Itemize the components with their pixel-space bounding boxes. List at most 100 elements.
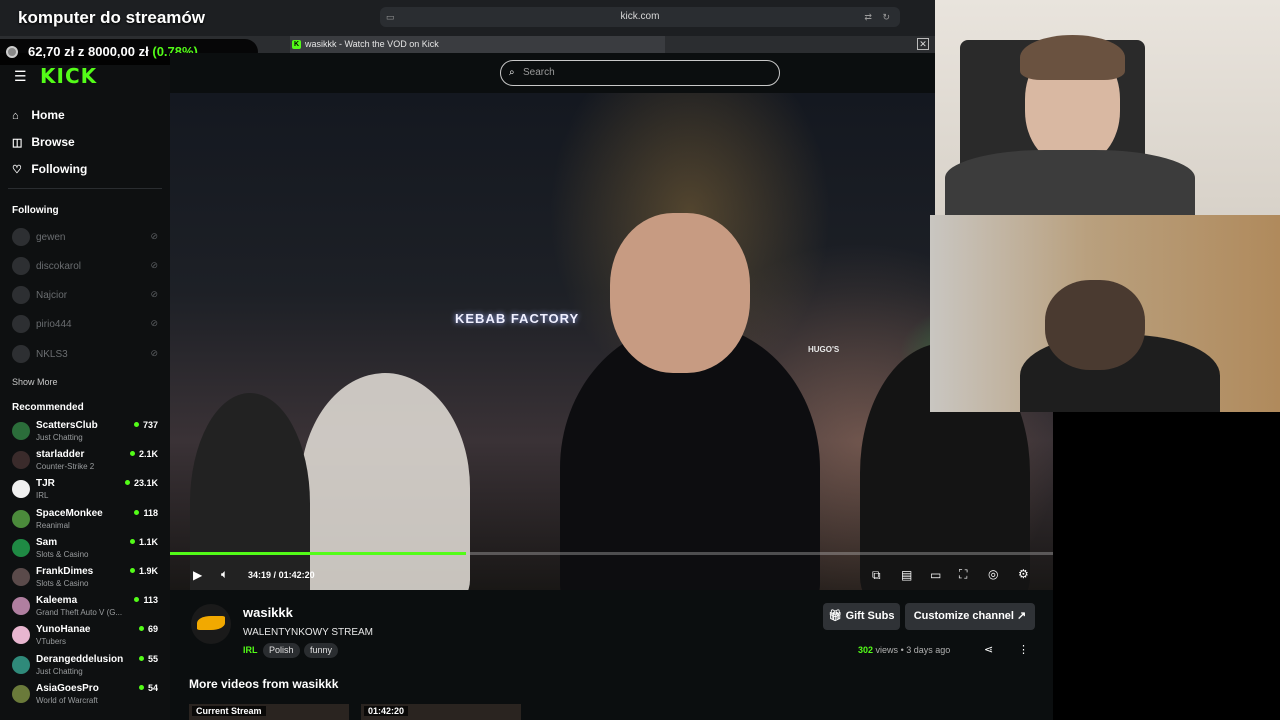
channel-category: Reanimal <box>36 520 70 530</box>
channel-name: Sam <box>36 536 58 548</box>
video-player[interactable] <box>170 93 1053 590</box>
settings-icon[interactable]: ⚙ <box>1018 567 1029 581</box>
following-name: gewen <box>36 232 66 243</box>
reload-icon[interactable]: ⇄ ↻ <box>864 7 894 27</box>
more-options-icon[interactable]: ⋮ <box>1018 643 1029 656</box>
recommended-item[interactable]: ScattersClub Just Chatting 737 <box>12 420 162 446</box>
following-item[interactable]: gewen ⊘ <box>12 228 162 248</box>
offline-icon: ⊘ <box>150 318 158 328</box>
video-figure <box>300 373 470 590</box>
webcam-top <box>935 0 1280 215</box>
recommended-item[interactable]: Sam Slots & Casino 1.1K <box>12 537 162 563</box>
nav-home[interactable]: ⌂ Home <box>12 108 65 122</box>
following-item[interactable]: discokarol ⊘ <box>12 257 162 277</box>
channel-category: IRL <box>36 491 49 501</box>
recommended-item[interactable]: YunoHanae VTubers 69 <box>12 624 162 650</box>
recommended-item[interactable]: FrankDimes Slots & Casino 1.9K <box>12 566 162 592</box>
offline-icon: ⊘ <box>150 289 158 299</box>
compass-icon: ◫ <box>12 137 23 149</box>
recommended-item[interactable]: TJR IRL 23.1K <box>12 478 162 504</box>
head-shape <box>1045 280 1145 370</box>
vod-age: 3 days ago <box>906 645 951 655</box>
channel-category: Just Chatting <box>36 433 83 442</box>
avatar <box>12 684 30 703</box>
current-time: 34:19 <box>248 570 272 580</box>
speed-icon[interactable]: ◎ <box>988 567 998 581</box>
search-input[interactable]: ⌕ Search <box>500 60 780 86</box>
nav-following[interactable]: ♡ Following <box>12 162 87 176</box>
viewer-count: 1.1K <box>130 537 158 547</box>
channel-name[interactable]: wasikkk <box>243 605 293 620</box>
share-icon[interactable]: ⋖ <box>984 643 993 656</box>
channel-name: Derangeddelusion <box>36 653 124 665</box>
recommended-item[interactable]: starladder Counter-Strike 2 2.1K <box>12 449 162 475</box>
goal-of: z <box>77 44 85 59</box>
recommended-item[interactable]: Derangeddelusion Just Chatting 55 <box>12 654 162 680</box>
following-name: discokarol <box>36 261 82 272</box>
recommended-item[interactable]: AsiaGoesPro World of Warcraft 54 <box>12 683 162 709</box>
miniplayer-icon[interactable]: ⧉ <box>872 568 881 583</box>
following-item[interactable]: NKLS3 ⊘ <box>12 345 162 365</box>
recommended-item[interactable]: Kaleema Grand Theft Auto V (G... 113 <box>12 595 162 621</box>
offline-icon: ⊘ <box>150 231 158 241</box>
channel-avatar[interactable] <box>191 604 231 644</box>
channel-category: World of Warcraft <box>36 695 98 705</box>
following-name: pirio444 <box>36 319 72 330</box>
video-thumbnail[interactable]: Current Stream <box>189 704 349 720</box>
channel-category: Counter-Strike 2 <box>36 462 95 472</box>
home-icon: ⌂ <box>12 110 19 122</box>
channel-name: Kaleema <box>36 595 78 607</box>
external-link-icon: ↗ <box>1017 610 1027 622</box>
nav-browse[interactable]: ◫ Browse <box>12 135 75 149</box>
gift-subs-label: Gift Subs <box>845 610 895 622</box>
viewer-count: 737 <box>134 420 158 430</box>
avatar <box>12 345 30 363</box>
progress-fill <box>170 552 466 555</box>
recommended-item[interactable]: SpaceMonkee Reanimal 118 <box>12 508 162 534</box>
customize-channel-button[interactable]: Customize channel ↗ <box>905 603 1035 630</box>
avatar <box>12 422 30 440</box>
show-more-link[interactable]: Show More <box>12 377 58 387</box>
menu-icon[interactable]: ☰ <box>14 68 27 85</box>
channel-category: Grand Theft Auto V (G... <box>36 608 123 618</box>
play-icon[interactable]: ▶ <box>193 568 202 582</box>
offline-icon: ⊘ <box>150 260 158 270</box>
video-thumbnail[interactable]: 01:42:20 <box>361 704 521 720</box>
page-icon: ▭ <box>386 12 395 22</box>
channel-name: FrankDimes <box>36 566 94 577</box>
volume-icon[interactable]: 🔈︎ <box>221 567 228 582</box>
following-item[interactable]: pirio444 ⊘ <box>12 315 162 335</box>
following-name: NKLS3 <box>36 349 68 360</box>
views-count: 302 <box>858 645 874 655</box>
kick-logo[interactable]: KICK <box>40 64 97 88</box>
category-link[interactable]: IRL <box>243 645 258 655</box>
gift-subs-button[interactable]: 🎁︎ Gift Subs <box>823 603 900 630</box>
address-bar[interactable]: ▭ kick.com ⇄ ↻ <box>380 7 900 27</box>
tag-funny[interactable]: funny <box>304 643 339 658</box>
avatar <box>12 568 30 586</box>
viewer-count: 23.1K <box>125 478 158 488</box>
fullscreen-icon[interactable]: ⛶ <box>959 567 967 582</box>
channel-category: Slots & Casino <box>36 549 89 559</box>
tag-polish[interactable]: Polish <box>263 643 300 658</box>
video-sign-text-2: HUGO'S <box>808 345 840 354</box>
avatar <box>12 538 30 557</box>
following-name: Najcior <box>36 290 68 301</box>
channel-category: Just Chatting <box>36 666 83 676</box>
following-heading: Following <box>12 205 59 216</box>
overlay-title: komputer do streamów <box>18 8 206 27</box>
avatar <box>12 257 30 275</box>
sidebar-divider <box>8 188 162 189</box>
clip-icon[interactable]: ▤ <box>901 568 912 582</box>
browser-tab[interactable]: K wasikkk - Watch the VOD on Kick <box>290 36 665 53</box>
close-icon[interactable]: ✕ <box>917 38 929 50</box>
following-item[interactable]: Najcior ⊘ <box>12 286 162 306</box>
channel-name: starladder <box>36 449 85 461</box>
hair-shape <box>1020 35 1125 80</box>
offline-icon: ⊘ <box>150 348 158 358</box>
search-placeholder: Search <box>523 67 555 78</box>
theater-icon[interactable]: ▭ <box>930 568 941 582</box>
channel-category: Slots & Casino <box>36 579 89 588</box>
thumbnail-label: Current Stream <box>192 706 266 716</box>
avatar <box>12 626 30 645</box>
